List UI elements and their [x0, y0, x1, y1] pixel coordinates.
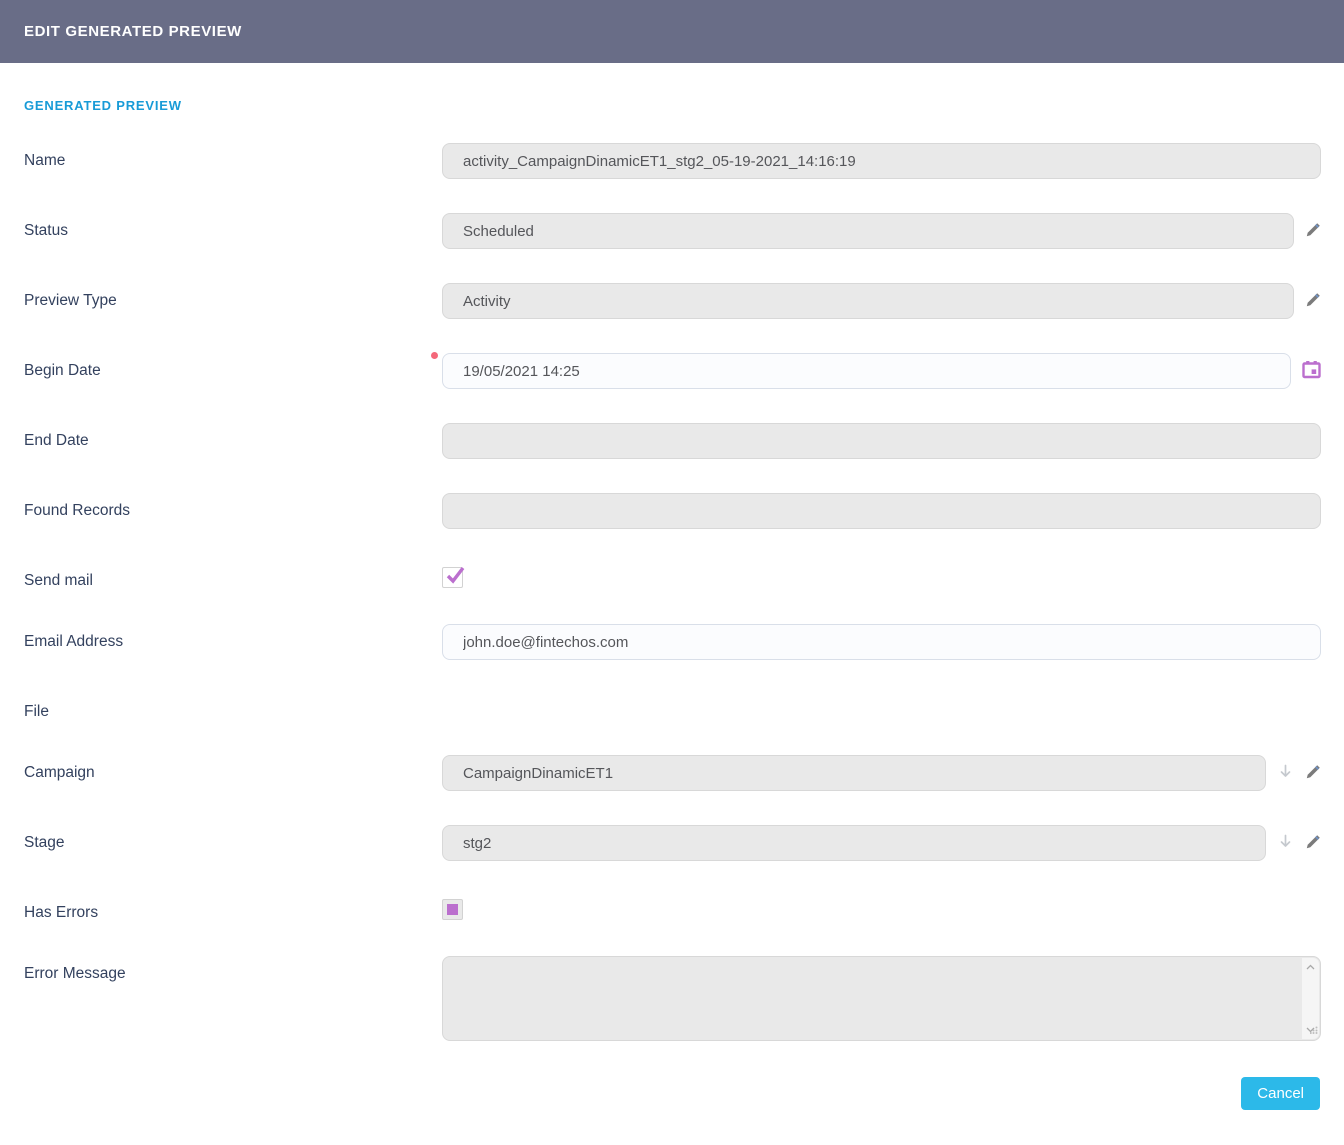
cancel-button[interactable]: Cancel: [1241, 1077, 1320, 1110]
pencil-icon: [1305, 292, 1321, 311]
has-errors-checkbox[interactable]: [442, 899, 463, 920]
begin-date-label: Begin Date: [0, 353, 442, 380]
page-title: EDIT GENERATED PREVIEW: [24, 23, 242, 40]
send-mail-label: Send mail: [0, 563, 442, 590]
required-indicator: [431, 352, 438, 359]
campaign-label: Campaign: [0, 755, 442, 782]
name-input[interactable]: [442, 143, 1321, 179]
scroll-up-icon[interactable]: [1302, 959, 1319, 975]
status-label: Status: [0, 213, 442, 240]
stage-input[interactable]: [442, 825, 1266, 861]
has-errors-label: Has Errors: [0, 895, 442, 922]
form-row-found-records: Found Records: [0, 493, 1344, 529]
form-row-stage: Stage: [0, 825, 1344, 861]
resize-grip-icon[interactable]: [1310, 1021, 1318, 1039]
form-row-campaign: Campaign: [0, 755, 1344, 791]
form-row-begin-date: Begin Date: [0, 353, 1344, 389]
found-records-label: Found Records: [0, 493, 442, 520]
status-input[interactable]: [442, 213, 1294, 249]
stage-edit-button[interactable]: [1305, 834, 1321, 853]
form-row-file: File: [0, 694, 1344, 721]
error-message-textarea[interactable]: [442, 956, 1321, 1041]
end-date-input[interactable]: [442, 423, 1321, 459]
form-row-has-errors: Has Errors: [0, 895, 1344, 922]
check-icon: [444, 564, 467, 587]
form-row-status: Status: [0, 213, 1344, 249]
campaign-input[interactable]: [442, 755, 1266, 791]
pencil-icon: [1305, 222, 1321, 241]
footer: Cancel: [0, 1077, 1344, 1110]
stage-label: Stage: [0, 825, 442, 852]
end-date-label: End Date: [0, 423, 442, 450]
begin-date-calendar-button[interactable]: [1302, 360, 1321, 382]
email-address-input[interactable]: [442, 624, 1321, 660]
form-row-email-address: Email Address: [0, 624, 1344, 660]
pencil-icon: [1305, 764, 1321, 783]
form-row-error-message: Error Message: [0, 956, 1344, 1041]
email-address-label: Email Address: [0, 624, 442, 651]
section-title: GENERATED PREVIEW: [24, 98, 1344, 113]
found-records-input[interactable]: [442, 493, 1321, 529]
pencil-icon: [1305, 834, 1321, 853]
name-label: Name: [0, 143, 442, 170]
window-titlebar: EDIT GENERATED PREVIEW: [0, 0, 1344, 63]
send-mail-checkbox[interactable]: [442, 567, 463, 588]
file-label: File: [0, 694, 442, 721]
preview-type-input[interactable]: [442, 283, 1294, 319]
form-row-name: Name: [0, 143, 1344, 179]
begin-date-input[interactable]: [442, 353, 1291, 389]
down-arrow-icon: [1277, 833, 1294, 853]
campaign-lookup-button[interactable]: [1277, 763, 1294, 783]
down-arrow-icon: [1277, 763, 1294, 783]
indeterminate-square-icon: [447, 904, 458, 915]
error-message-label: Error Message: [0, 956, 442, 983]
preview-type-label: Preview Type: [0, 283, 442, 310]
campaign-edit-button[interactable]: [1305, 764, 1321, 783]
preview-type-edit-button[interactable]: [1305, 292, 1321, 311]
calendar-icon: [1302, 360, 1321, 382]
form-row-send-mail: Send mail: [0, 563, 1344, 590]
form-row-preview-type: Preview Type: [0, 283, 1344, 319]
status-edit-button[interactable]: [1305, 222, 1321, 241]
form-row-end-date: End Date: [0, 423, 1344, 459]
stage-lookup-button[interactable]: [1277, 833, 1294, 853]
